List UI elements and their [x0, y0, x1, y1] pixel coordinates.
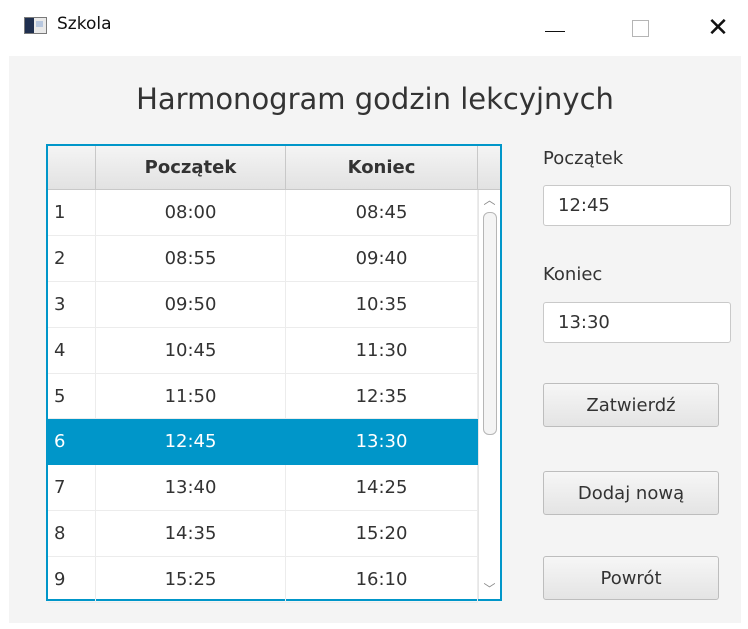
cell-end-time: 13:30 [286, 419, 478, 465]
add-new-button[interactable]: Dodaj nową [543, 471, 719, 515]
cell-start-time: 08:00 [96, 190, 286, 235]
table-row[interactable]: 5 11:50 12:35 [48, 373, 478, 420]
cell-start-time: 11:50 [96, 373, 286, 419]
cell-index: 6 [48, 419, 96, 465]
cell-index: 7 [48, 465, 96, 511]
start-time-input[interactable] [543, 185, 731, 226]
schedule-table[interactable]: Początek Koniec 1 08:00 08:45 2 08:55 09:40 3 0… [46, 144, 502, 604]
cell-start-time: 14:35 [96, 511, 286, 557]
cell-index: 5 [48, 373, 96, 419]
table-scrollbar[interactable]: ︿ ﹀ [478, 190, 500, 599]
cell-start-time: 15:25 [96, 557, 286, 603]
chevron-up-icon[interactable]: ︿ [479, 190, 500, 210]
start-label: Początek [543, 148, 624, 169]
cell-end-time: 10:35 [286, 281, 478, 327]
cell-index: 3 [48, 281, 96, 327]
cell-start-time: 10:45 [96, 327, 286, 373]
page-title: Harmonogram godzin lekcyjnych [136, 82, 614, 116]
cell-start-time: 09:50 [96, 281, 286, 327]
table-row[interactable]: 2 08:55 09:40 [48, 235, 478, 282]
table-header: Początek Koniec [48, 146, 500, 190]
end-label: Koniec [543, 264, 603, 285]
table-body: 1 08:00 08:45 2 08:55 09:40 3 09:50 10:35 4 10:45 1… [48, 190, 478, 604]
minimize-button[interactable] [524, 0, 584, 56]
cell-end-time: 11:30 [286, 327, 478, 373]
window-title: Szkola [57, 14, 112, 34]
chevron-down-icon[interactable]: ﹀ [479, 579, 500, 599]
table-row[interactable]: 7 13:40 14:25 [48, 465, 478, 512]
cell-index: 9 [48, 557, 96, 603]
back-button[interactable]: Powrót [543, 556, 719, 600]
table-row[interactable]: 1 08:00 08:45 [48, 190, 478, 236]
confirm-button[interactable]: Zatwierdź [543, 383, 719, 427]
cell-index: 1 [48, 190, 96, 235]
cell-index: 8 [48, 511, 96, 557]
window-app-icon [24, 17, 47, 34]
end-time-input[interactable] [543, 302, 731, 343]
cell-index: 2 [48, 235, 96, 281]
scrollbar-thumb[interactable] [483, 212, 497, 435]
cell-start-time: 12:45 [96, 419, 286, 465]
cell-end-time: 09:40 [286, 235, 478, 281]
cell-end-time: 08:45 [286, 190, 478, 235]
cell-end-time: 15:20 [286, 511, 478, 557]
table-row[interactable]: 6 12:45 13:30 [48, 419, 478, 466]
column-header-end[interactable]: Koniec [286, 146, 478, 189]
cell-start-time: 13:40 [96, 465, 286, 511]
table-row[interactable]: 4 10:45 11:30 [48, 327, 478, 374]
close-button[interactable]: ✕ [688, 0, 748, 56]
cell-end-time: 16:10 [286, 557, 478, 603]
maximize-button[interactable] [610, 0, 670, 56]
window-content: Harmonogram godzin lekcyjnych Początek K… [9, 56, 741, 623]
cell-index: 4 [48, 327, 96, 373]
cell-end-time: 12:35 [286, 373, 478, 419]
table-row[interactable]: 3 09:50 10:35 [48, 281, 478, 328]
column-header-index[interactable] [48, 146, 96, 189]
cell-end-time: 14:25 [286, 465, 478, 511]
column-header-start[interactable]: Początek [96, 146, 286, 189]
table-row[interactable]: 8 14:35 15:20 [48, 511, 478, 558]
title-bar: Szkola ✕ [0, 0, 748, 56]
column-header-corner [478, 146, 500, 189]
cell-start-time: 08:55 [96, 235, 286, 281]
table-row[interactable]: 9 15:25 16:10 [48, 557, 478, 604]
